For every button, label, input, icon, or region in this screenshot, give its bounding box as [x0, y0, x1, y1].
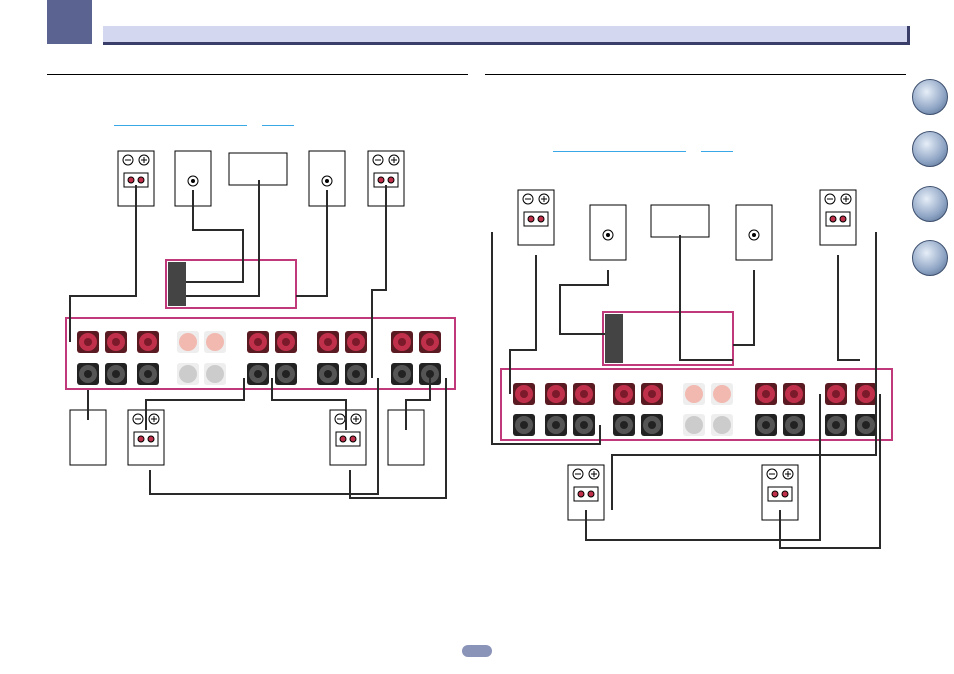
- page-number-badge: [462, 645, 492, 657]
- wiring-diagrams: [65, 150, 893, 549]
- left-diagram: [65, 150, 456, 499]
- right-diagram: [491, 189, 893, 549]
